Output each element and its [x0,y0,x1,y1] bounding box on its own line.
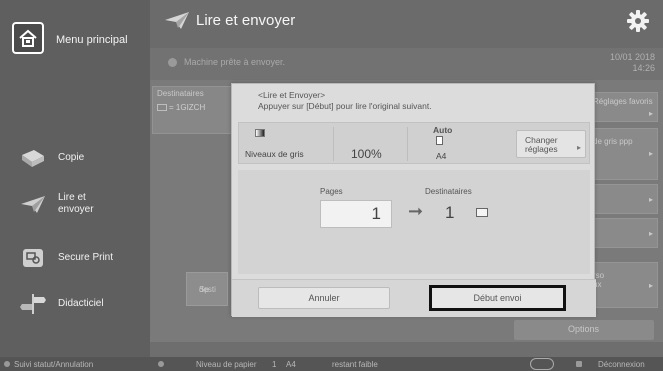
paper-auto-label: Auto [433,125,453,135]
paper-size-value: A4 [436,151,447,161]
home-button[interactable] [12,22,44,54]
divider [333,127,334,161]
pages-count-box: 1 [320,200,392,228]
paper-level-label: Niveau de papier [196,360,257,369]
logout-button[interactable]: Déconnexion [598,360,645,369]
machine-status-text: Machine prête à envoyer. [184,57,286,67]
destinations-panel: Destinataires = 1GIZCH [152,86,232,134]
pages-count: 1 [371,204,381,223]
sidebar-item-secure-print[interactable]: Secure Print [0,236,150,280]
settings-card: ▸ [586,218,658,248]
dialog-message: Appuyer sur [Début] pour lire l'original… [258,101,432,111]
sidebar: Menu principal Copie Lire et envoyer Sec… [0,0,150,357]
divider [407,127,408,161]
paper-icon [436,136,443,145]
paper-level-state: restant faible [332,360,378,369]
sidebar-item-label: Secure Print [58,252,114,263]
specify-destinations-button: Sp desti [186,272,228,306]
copy-icon [18,143,48,173]
favorite-settings-card: Réglages favoris ▸ [586,92,658,122]
tutorial-icon [18,289,48,319]
chevron-right-icon: ▸ [648,109,653,118]
date-time: 10/01 2018 14:26 [609,52,655,73]
settings-card: ▸ [586,184,658,214]
dialog-title: <Lire et Envoyer> [258,90,326,100]
scan-settings-summary: Niveaux de gris 100% Auto A4 Changer régl… [238,122,590,164]
sidebar-item-tutorial[interactable]: Didacticiel [0,282,150,326]
envelope-icon [157,104,167,112]
scan-next-original-dialog: <Lire et Envoyer> Appuyer sur [Début] po… [231,83,596,317]
home-label[interactable]: Menu principal [56,34,128,46]
start-send-button[interactable]: Début envoi [429,285,566,311]
sidebar-item-copy[interactable]: Copie [0,136,150,180]
chevron-right-icon: ▸ [648,229,653,238]
chevron-right-icon: ▸ [648,149,653,158]
send-icon [165,12,189,29]
duplex-card: rso ux ▸ [586,262,658,308]
options-button: Options [514,320,654,340]
sidebar-item-scan-send[interactable]: Lire et envoyer [0,182,150,226]
destinations-label: Destinataires [157,89,204,98]
home-icon [19,29,37,47]
sidebar-item-label: Copie [58,152,85,163]
grayscale-card: de gris ppp ▸ [586,128,658,180]
count-summary: Pages Destinataires 1 ➞ 1 [238,170,590,274]
chevron-right-icon: ▸ [576,143,581,152]
bottom-status-bar: Suivi statut/Annulation Niveau de papier… [0,357,663,371]
arrow-right-icon: ➞ [408,201,424,221]
change-settings-button[interactable]: Changer réglages ▸ [516,130,586,158]
status-icon [168,58,177,67]
cancel-button[interactable]: Annuler [258,287,390,309]
header: Lire et envoyer [150,0,663,48]
send-icon [18,189,48,219]
grayscale-icon [255,129,265,137]
destinations-count: 1 [445,203,455,222]
destinations-value: = 1GIZCH [157,103,205,112]
secure-print-icon [18,243,48,273]
paper-tray: 1 [272,360,277,369]
status-monitor-button[interactable]: Suivi statut/Annulation [14,360,93,369]
warning-icon [158,361,164,367]
destinations-count-label: Destinataires [425,187,472,196]
machine-status-bar: Machine prête à envoyer. 10/01 2018 14:2… [150,48,663,80]
chevron-right-icon: ▸ [648,281,653,290]
page-title: Lire et envoyer [196,12,296,29]
paper-tray-size: A4 [286,360,296,369]
sidebar-item-label: Lire et envoyer [58,192,94,215]
color-mode-label: Niveaux de gris [245,149,304,159]
pages-label: Pages [320,187,343,196]
chevron-right-icon: ▸ [648,195,653,204]
status-monitor-icon [4,361,10,367]
sidebar-item-label: Didacticiel [58,298,104,309]
logout-icon [576,361,582,367]
dialog-button-row: Annuler Début envoi [232,279,596,317]
envelope-icon [476,208,488,217]
user-icon[interactable] [530,358,554,370]
zoom-value: 100% [351,147,382,161]
gear-icon[interactable] [627,10,649,32]
